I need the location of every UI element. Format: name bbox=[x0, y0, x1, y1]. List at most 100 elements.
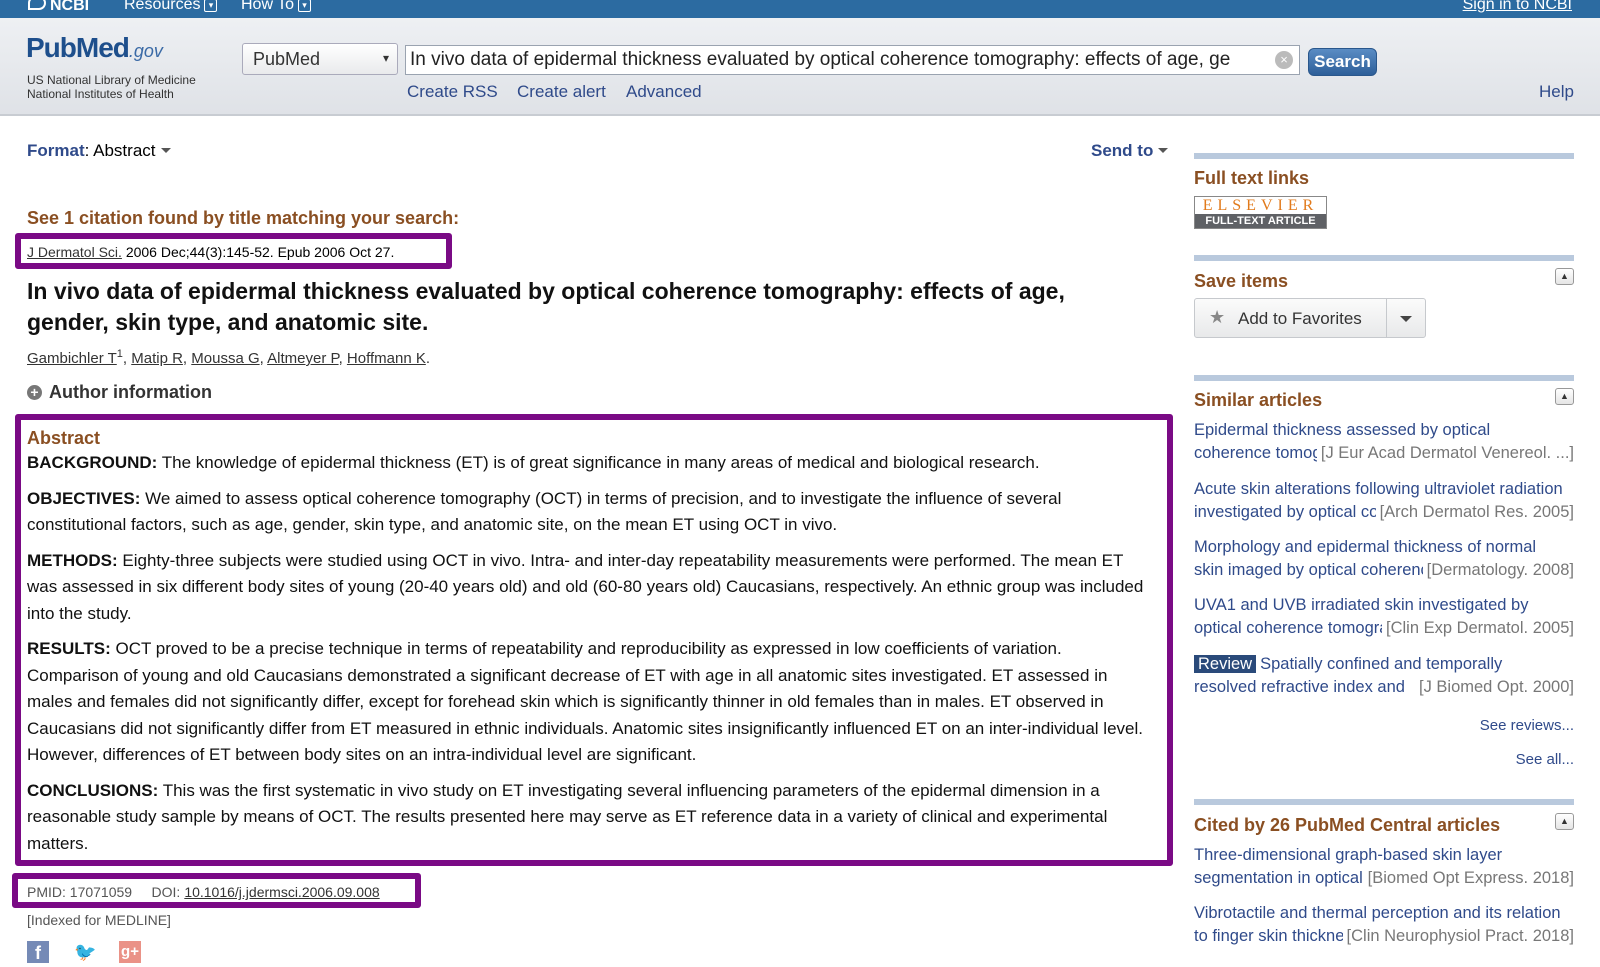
sidebar-divider bbox=[1194, 799, 1574, 805]
caret-down-icon bbox=[160, 148, 171, 153]
logo-pub: Pub bbox=[26, 32, 77, 63]
send-to-menu[interactable]: Send to bbox=[1091, 141, 1169, 161]
search-input-value: In vivo data of epidermal thickness eval… bbox=[410, 49, 1231, 70]
similar-article-title: UVA1 and UVB irradiated skin investigate… bbox=[1194, 596, 1529, 614]
see-all-link[interactable]: See all... bbox=[1516, 751, 1574, 768]
cited-by-heading: Cited by 26 PubMed Central articles bbox=[1194, 815, 1501, 835]
cited-article-title-cont: to finger skin thickness bbox=[1194, 926, 1361, 945]
create-alert-link[interactable]: Create alert bbox=[517, 82, 606, 102]
howto-menu[interactable]: How To ▾ bbox=[241, 0, 312, 14]
similar-article-journal: [Dermatology. 2008] bbox=[1422, 558, 1574, 581]
author-information-toggle[interactable]: + Author information bbox=[27, 382, 212, 403]
nlm-line: US National Library of Medicine bbox=[27, 73, 196, 87]
cited-article-item[interactable]: Three-dimensional graph-based skin layer… bbox=[1194, 844, 1574, 889]
logo-med: Med bbox=[75, 32, 130, 63]
database-select[interactable]: PubMed ▾ bbox=[242, 43, 398, 75]
review-badge: Review bbox=[1194, 655, 1257, 673]
google-plus-icon[interactable]: g+ bbox=[119, 941, 141, 963]
abstract-paragraph: OBJECTIVES: We aimed to assess optical c… bbox=[27, 486, 1157, 539]
resources-label: Resources bbox=[124, 0, 201, 13]
search-input[interactable]: In vivo data of epidermal thickness eval… bbox=[405, 45, 1300, 75]
sidebar-divider bbox=[1194, 255, 1574, 261]
cited-article-title-cont: segmentation in optical bbox=[1194, 868, 1363, 887]
nlm-subtitle: US National Library of Medicine National… bbox=[27, 73, 196, 101]
howto-label: How To bbox=[241, 0, 295, 13]
cited-article-item[interactable]: Vibrotactile and thermal perception and … bbox=[1194, 902, 1574, 947]
elsevier-full-text-link[interactable]: ELSEVIER FULL-TEXT ARTICLE bbox=[1194, 196, 1327, 229]
abstract-label: METHODS: bbox=[27, 550, 118, 570]
sidebar-divider bbox=[1194, 375, 1574, 381]
similar-article-item[interactable]: UVA1 and UVB irradiated skin investigate… bbox=[1194, 594, 1574, 639]
cited-article-title: Vibrotactile and thermal perception and … bbox=[1194, 904, 1561, 922]
ncbi-logo[interactable]: NCBI bbox=[28, 0, 89, 15]
resources-menu[interactable]: Resources ▾ bbox=[124, 0, 218, 14]
similar-article-journal: [J Biomed Opt. 2000] bbox=[1414, 675, 1574, 698]
logo-gov: .gov bbox=[128, 41, 163, 61]
similar-articles-heading: Similar articles bbox=[1194, 390, 1323, 410]
chevron-down-icon: ▾ bbox=[298, 0, 312, 12]
chevron-down-icon: ▾ bbox=[382, 51, 389, 65]
author-link[interactable]: Matip R bbox=[131, 350, 183, 367]
collapse-icon[interactable]: ▲ bbox=[1555, 388, 1574, 405]
collapse-icon[interactable]: ▲ bbox=[1555, 268, 1574, 285]
abstract-label: RESULTS: bbox=[27, 639, 111, 658]
create-rss-link[interactable]: Create RSS bbox=[407, 82, 498, 102]
star-icon: ★ bbox=[1209, 307, 1226, 327]
doi-label: DOI: bbox=[151, 884, 181, 900]
similar-article-title: Morphology and epidermal thickness of no… bbox=[1194, 538, 1537, 556]
pubmed-logo[interactable]: PubMed.gov bbox=[26, 32, 163, 64]
collapse-icon[interactable]: ▲ bbox=[1555, 813, 1574, 830]
journal-date: 2006 Dec;44(3):145-52. Epub 2006 Oct 27. bbox=[125, 244, 395, 260]
journal-link[interactable]: J Dermatol Sci. bbox=[27, 244, 122, 260]
signin-link[interactable]: Sign in to NCBI bbox=[1463, 0, 1572, 14]
abstract-text: Eighty-three subjects were studied using… bbox=[27, 550, 1144, 623]
see-reviews-link[interactable]: See reviews... bbox=[1480, 717, 1574, 734]
article-identifiers: PMID: 17071059 DOI: 10.1016/j.jdermsci.20… bbox=[27, 884, 380, 900]
author-link[interactable]: Gambichler T bbox=[27, 350, 117, 367]
dropdown-arrow-icon[interactable] bbox=[1400, 316, 1412, 322]
ncbi-logo-text: NCBI bbox=[50, 0, 90, 14]
similar-article-item[interactable]: Acute skin alterations following ultravi… bbox=[1194, 478, 1574, 523]
abstract-paragraph: BACKGROUND: The knowledge of epidermal t… bbox=[27, 450, 1157, 477]
elsevier-full-text-label: FULL-TEXT ARTICLE bbox=[1195, 214, 1326, 228]
database-select-value: PubMed bbox=[253, 49, 321, 69]
article-title: In vivo data of epidermal thickness eval… bbox=[27, 278, 1065, 335]
affiliation-sup: 1 bbox=[116, 348, 123, 360]
similar-article-item[interactable]: Review Spatially confined and temporally … bbox=[1194, 653, 1574, 698]
abstract-label: CONCLUSIONS: bbox=[27, 780, 159, 800]
add-to-favorites-button[interactable]: ★ Add to Favorites bbox=[1194, 298, 1426, 338]
format-value: Abstract bbox=[93, 141, 156, 160]
abstract-text: We aimed to assess optical coherence tom… bbox=[27, 488, 1062, 535]
caret-down-icon bbox=[1158, 148, 1169, 153]
button-separator bbox=[1386, 299, 1387, 337]
author-link[interactable]: Moussa G bbox=[191, 350, 259, 367]
full-text-links-heading: Full text links bbox=[1194, 168, 1310, 188]
pmid: PMID: 17071059 bbox=[27, 884, 133, 900]
abstract-paragraph: CONCLUSIONS: This was the first systemat… bbox=[27, 778, 1157, 858]
format-selector[interactable]: Format: Abstract bbox=[27, 141, 171, 161]
similar-article-item[interactable]: Morphology and epidermal thickness of no… bbox=[1194, 536, 1574, 581]
save-items-heading: Save items bbox=[1194, 271, 1289, 291]
help-link[interactable]: Help bbox=[1539, 82, 1574, 102]
cited-article-title: Three-dimensional graph-based skin layer bbox=[1194, 846, 1503, 864]
advanced-link[interactable]: Advanced bbox=[626, 82, 702, 102]
nih-line: National Institutes of Health bbox=[27, 87, 174, 101]
abstract-label: BACKGROUND: bbox=[27, 453, 158, 472]
similar-article-journal: [J Eur Acad Dermatol Venereol. ...] bbox=[1316, 441, 1574, 464]
abstract-text: OCT proved to be a precise technique in … bbox=[27, 639, 1143, 764]
clear-icon[interactable]: × bbox=[1275, 51, 1293, 69]
pubmed-header: PubMed.gov US National Library of Medici… bbox=[0, 18, 1600, 116]
twitter-icon[interactable]: 🐦 bbox=[74, 941, 96, 963]
facebook-icon[interactable]: f bbox=[27, 941, 49, 963]
author-link[interactable]: Hoffmann K bbox=[347, 350, 426, 367]
format-label: Format bbox=[27, 141, 85, 160]
similar-article-title: Epidermal thickness assessed by optical bbox=[1194, 421, 1491, 439]
author-list: Gambichler T1, Matip R, Moussa G, Altmey… bbox=[27, 348, 431, 367]
add-to-favorites-label: Add to Favorites bbox=[1238, 309, 1362, 328]
search-button[interactable]: Search bbox=[1308, 48, 1377, 76]
doi-link[interactable]: 10.1016/j.jdermsci.2006.09.008 bbox=[184, 884, 379, 900]
author-information-label: Author information bbox=[49, 382, 212, 402]
similar-article-item[interactable]: Epidermal thickness assessed by optical … bbox=[1194, 419, 1574, 464]
indexed-note: [Indexed for MEDLINE] bbox=[27, 912, 171, 928]
author-link[interactable]: Altmeyer P bbox=[267, 350, 338, 367]
